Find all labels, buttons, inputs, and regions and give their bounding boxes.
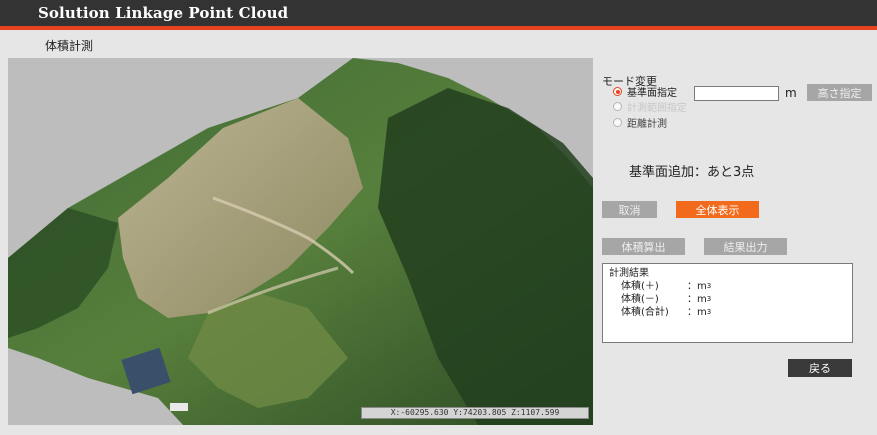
accent-bar bbox=[0, 26, 877, 30]
mode-option-measure-range: 計測範囲指定 bbox=[613, 99, 687, 114]
title-bar: Solution Linkage Point Cloud bbox=[0, 0, 877, 26]
status-message: 基準面追加：あと3点 bbox=[629, 165, 755, 180]
radio-icon[interactable] bbox=[613, 118, 622, 127]
set-height-button[interactable]: 高さ指定 bbox=[807, 84, 872, 101]
back-button[interactable]: 戻る bbox=[788, 359, 852, 377]
mode-option-label: 計測範囲指定 bbox=[627, 103, 687, 114]
mode-option-label: 基準面指定 bbox=[627, 88, 677, 99]
export-results-button[interactable]: 結果出力 bbox=[704, 238, 787, 255]
result-row-volume-minus: 体積(－) ： m3 bbox=[621, 294, 712, 305]
coordinate-readout: X:-60295.630 Y:74203.805 Z:1107.599 bbox=[361, 407, 589, 419]
results-header: 計測結果 bbox=[609, 268, 649, 279]
cancel-button[interactable]: 取消 bbox=[602, 201, 657, 218]
height-unit: m bbox=[785, 86, 797, 100]
radio-selected-icon[interactable] bbox=[613, 87, 622, 96]
mode-option-base-plane[interactable]: 基準面指定 bbox=[613, 84, 677, 99]
radio-icon bbox=[613, 102, 622, 111]
height-input[interactable] bbox=[694, 86, 779, 101]
point-cloud-viewport[interactable]: X:-60295.630 Y:74203.805 Z:1107.599 bbox=[8, 58, 593, 425]
results-panel: 計測結果 体積(＋) ： m3 体積(－) ： m3 体積(合計) ： m3 bbox=[602, 263, 853, 343]
result-row-volume-total: 体積(合計) ： m3 bbox=[621, 307, 712, 318]
mode-option-label: 距離計測 bbox=[627, 119, 667, 130]
mode-option-distance[interactable]: 距離計測 bbox=[613, 115, 667, 130]
page-title: 体積計測 bbox=[45, 39, 94, 53]
app-title: Solution Linkage Point Cloud bbox=[38, 4, 289, 22]
fit-all-button[interactable]: 全体表示 bbox=[676, 201, 759, 218]
calc-volume-button[interactable]: 体積算出 bbox=[602, 238, 685, 255]
result-row-volume-plus: 体積(＋) ： m3 bbox=[621, 281, 712, 292]
terrain-render bbox=[8, 58, 593, 425]
